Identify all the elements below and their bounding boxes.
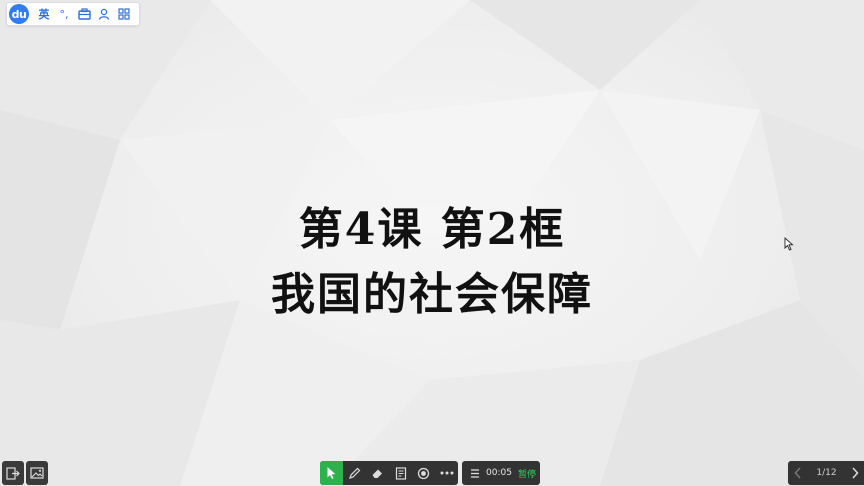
- slide-title-line-1: 第4课 第2框: [298, 204, 566, 255]
- list-icon[interactable]: [470, 468, 480, 479]
- pointer-tool-button[interactable]: [320, 461, 343, 485]
- annotation-toolbar: [320, 461, 458, 485]
- next-page-icon[interactable]: [851, 467, 859, 479]
- ime-toolbar: du 英 °,: [6, 2, 140, 26]
- timer-display: 00:05: [486, 468, 512, 478]
- toolbox-icon[interactable]: [75, 5, 93, 23]
- user-icon[interactable]: [95, 5, 113, 23]
- record-icon: [417, 467, 430, 479]
- image-icon: [30, 467, 44, 479]
- pointer-icon: [327, 467, 336, 479]
- image-button[interactable]: [26, 461, 48, 485]
- record-tool-button[interactable]: [412, 461, 435, 485]
- more-icon: [440, 471, 453, 475]
- pen-tool-button[interactable]: [343, 461, 366, 485]
- more-tool-button[interactable]: [435, 461, 458, 485]
- grid-icon[interactable]: [115, 5, 133, 23]
- prev-page-icon[interactable]: [794, 467, 802, 479]
- eraser-tool-button[interactable]: [366, 461, 389, 485]
- ime-language-toggle[interactable]: 英: [35, 5, 53, 23]
- pen-icon: [349, 467, 361, 479]
- mouse-cursor-icon: [784, 237, 794, 251]
- eraser-icon: [372, 469, 382, 478]
- ime-punctuation-toggle[interactable]: °,: [55, 5, 73, 23]
- note-tool-button[interactable]: [389, 461, 412, 485]
- exit-icon: [6, 466, 20, 480]
- note-icon: [395, 466, 406, 480]
- baidu-ime-logo[interactable]: du: [9, 4, 29, 24]
- slide-title-line-2: 我国的社会保障: [271, 269, 593, 320]
- exit-button[interactable]: [2, 461, 24, 485]
- pause-button[interactable]: 暂停: [518, 467, 536, 480]
- page-navigator: 1/12: [788, 461, 864, 485]
- page-indicator: 1/12: [816, 468, 837, 478]
- timer-panel: 00:05 暂停: [462, 461, 540, 485]
